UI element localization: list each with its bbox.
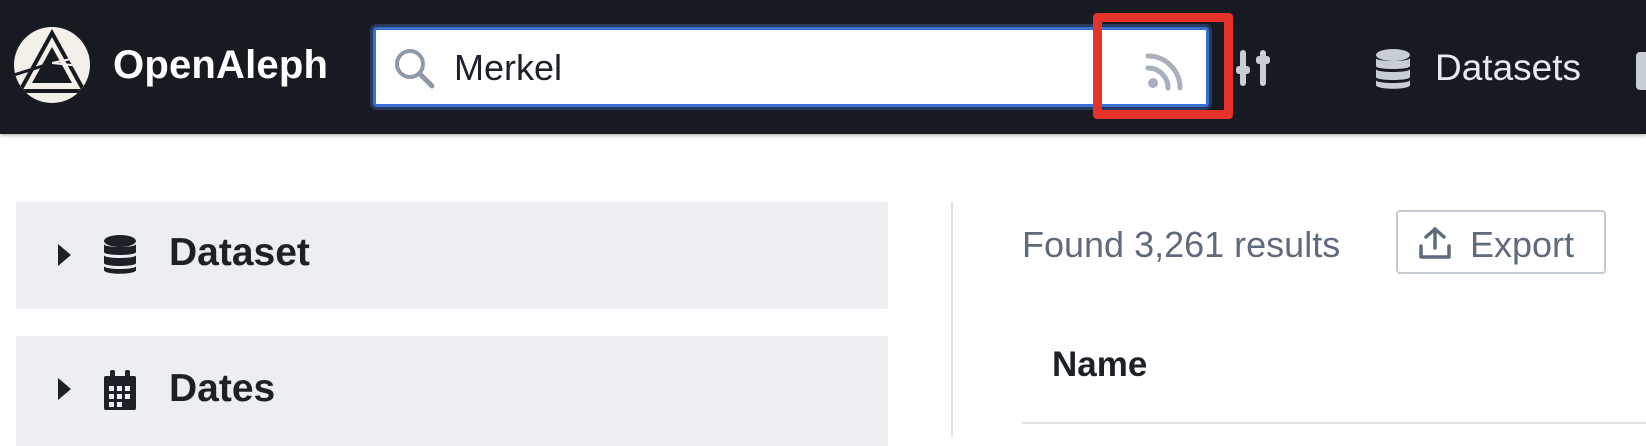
- nav-next-item-icon[interactable]: [1636, 52, 1646, 90]
- facet-dates[interactable]: Dates: [16, 336, 888, 446]
- facet-dates-label: Dates: [169, 367, 276, 410]
- calendar-icon: [104, 370, 136, 410]
- caret-right-icon: [58, 244, 71, 266]
- search-icon: [395, 49, 435, 89]
- rss-feed-icon[interactable]: [1144, 46, 1190, 92]
- table-header-divider: [1022, 422, 1646, 424]
- database-icon: [1376, 49, 1410, 89]
- search-box[interactable]: [373, 27, 1209, 107]
- facet-dataset-label: Dataset: [169, 231, 310, 274]
- export-button[interactable]: Export: [1396, 210, 1606, 274]
- export-button-label: Export: [1470, 224, 1575, 265]
- database-icon: [104, 235, 136, 274]
- top-navbar: OpenAleph Datasets: [0, 0, 1646, 134]
- upload-export-icon: [1419, 227, 1451, 259]
- app-name[interactable]: OpenAleph: [113, 43, 328, 88]
- caret-right-icon: [58, 378, 71, 400]
- filter-settings-icon[interactable]: [1236, 46, 1276, 90]
- search-input[interactable]: [454, 40, 1054, 96]
- column-header-name[interactable]: Name: [1052, 345, 1147, 385]
- sidebar-divider: [951, 202, 953, 436]
- facet-dataset[interactable]: Dataset: [16, 202, 888, 309]
- results-count: Found 3,261 results: [1022, 224, 1341, 265]
- nav-datasets-label: Datasets: [1435, 47, 1582, 88]
- openaleph-logo-icon[interactable]: [14, 27, 90, 103]
